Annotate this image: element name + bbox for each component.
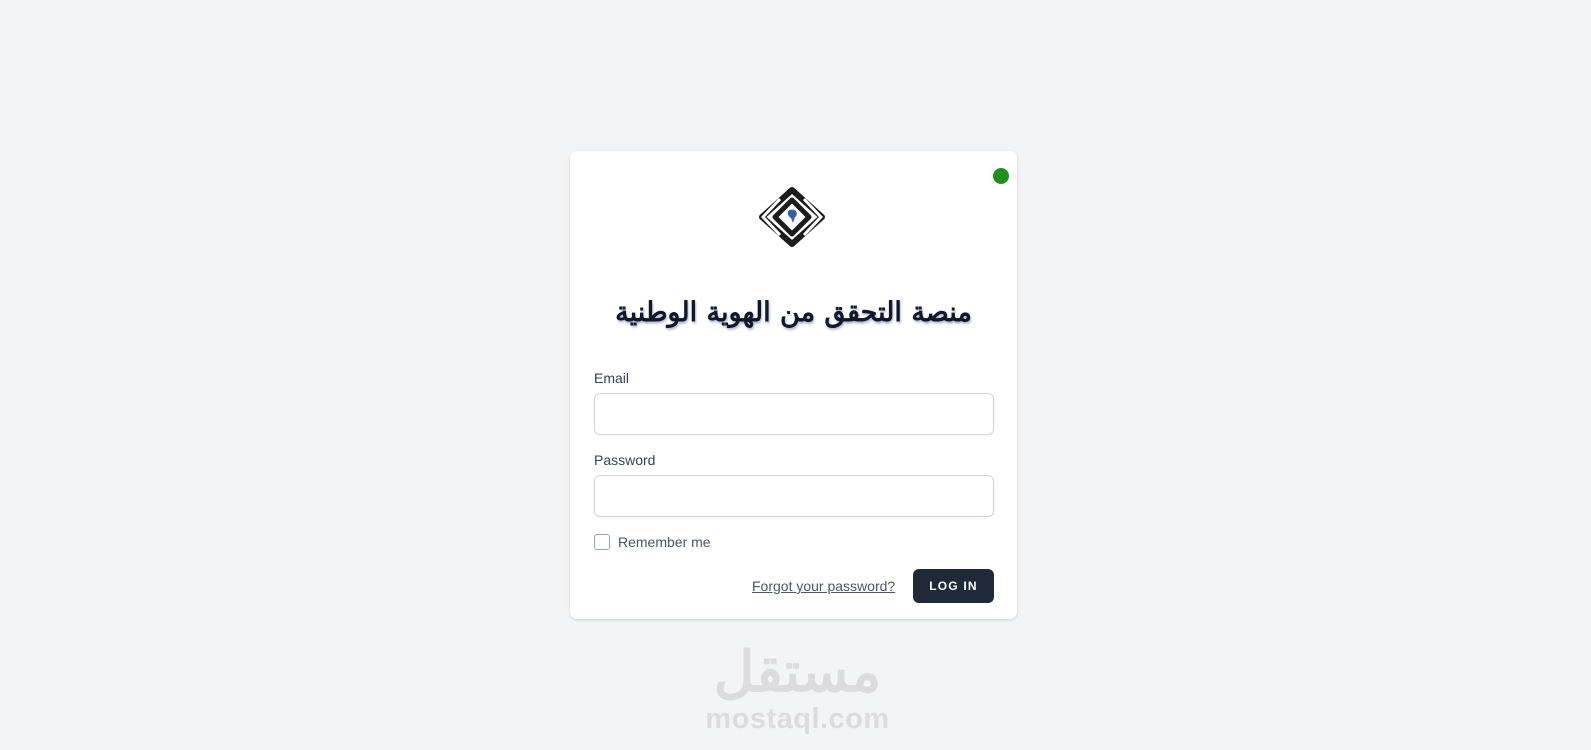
- email-label: Email: [594, 370, 630, 386]
- login-card: منصة التحقق من الهوية الوطنية Email Pass…: [570, 151, 1017, 619]
- login-button[interactable]: LOG IN: [913, 569, 994, 603]
- remember-me-label: Remember me: [618, 534, 711, 550]
- remember-me-row[interactable]: Remember me: [594, 534, 711, 550]
- email-field[interactable]: [594, 393, 994, 435]
- password-field[interactable]: [594, 475, 994, 517]
- forgot-password-link[interactable]: Forgot your password?: [752, 578, 895, 594]
- status-indicator: [993, 168, 1009, 184]
- remember-me-checkbox[interactable]: [594, 534, 610, 550]
- diamond-logo-icon: [758, 187, 826, 247]
- password-label: Password: [594, 452, 656, 468]
- page-title: منصة التحقق من الهوية الوطنية: [615, 297, 972, 328]
- watermark-arabic: مستقل: [713, 640, 882, 703]
- login-page: منصة التحقق من الهوية الوطنية Email Pass…: [0, 0, 1591, 750]
- watermark-latin: mostaql.com: [705, 703, 890, 735]
- watermark: مستقل mostaql.com: [690, 640, 905, 734]
